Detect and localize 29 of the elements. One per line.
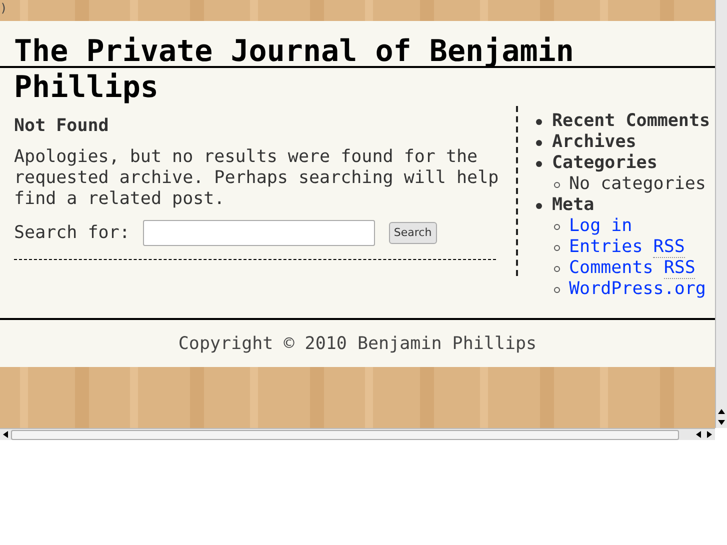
bullet-icon — [536, 202, 542, 208]
widget-heading: Recent Comments — [552, 111, 710, 132]
horizontal-scrollbar[interactable] — [0, 428, 715, 440]
widget-heading: Categories — [552, 153, 658, 174]
circle-bullet-icon — [554, 244, 560, 250]
sidebar-text: No categories — [569, 174, 706, 195]
circle-bullet-icon — [554, 286, 560, 292]
site-title: The Private Journal of Benjamin Phillips — [14, 34, 575, 106]
search-label: Search for: — [14, 222, 130, 245]
circle-bullet-icon — [554, 266, 560, 272]
circle-bullet-icon — [554, 224, 560, 230]
sidebar-link[interactable]: Entries RSS — [569, 237, 685, 258]
circle-bullet-icon — [554, 182, 560, 188]
sidebar-link[interactable]: Log in — [569, 216, 632, 237]
not-found-heading: Not Found — [14, 115, 110, 138]
widget-heading: Archives — [552, 132, 636, 153]
search-field[interactable] — [142, 220, 375, 246]
scrollbar-thumb[interactable] — [11, 430, 679, 440]
sidebar-link[interactable]: WordPress.org — [569, 279, 706, 300]
widget-heading: Meta — [552, 195, 594, 216]
vertical-scrollbar[interactable] — [715, 0, 727, 428]
search-button[interactable]: Search — [388, 222, 437, 244]
copyright-text: Copyright © 2010 Benjamin Phillips — [178, 333, 537, 356]
bullet-icon — [536, 118, 542, 124]
message-text: Apologies, but no results were found for the requested archive. Perhaps searching will help find a related post. — [14, 147, 500, 210]
bullet-icon — [536, 140, 542, 146]
corner-text: ) — [0, 0, 8, 16]
bullet-icon — [536, 160, 542, 166]
sidebar-link[interactable]: Comments RSS — [569, 258, 696, 279]
